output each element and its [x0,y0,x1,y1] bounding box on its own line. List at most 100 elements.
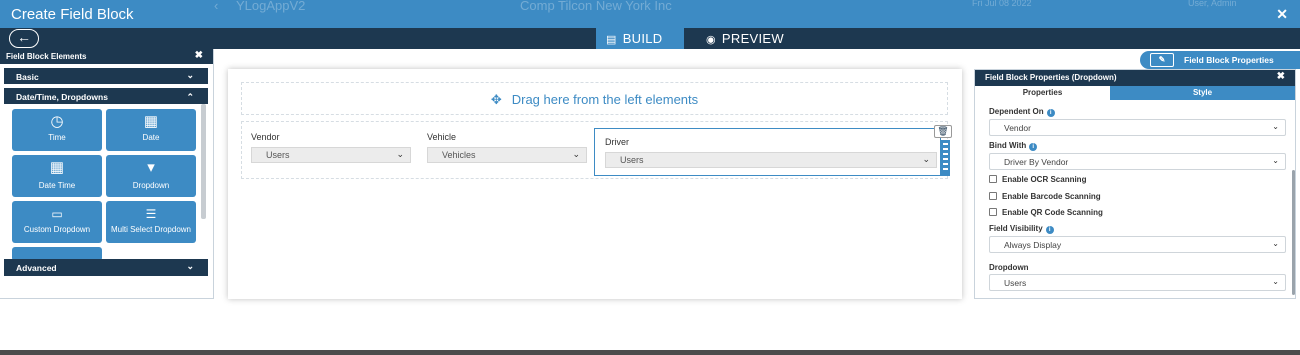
tile-custom-dropdown[interactable]: ▭ Custom Dropdown [12,201,102,243]
dropdown-value: Users [1004,278,1027,288]
tile-date-time[interactable]: ▦ Date Time [12,155,102,197]
close-icon[interactable]: ✕ [1276,6,1288,23]
bind-with-label-text: Bind With [989,141,1027,150]
vendor-label: Vendor [251,132,280,142]
background-app-name: YLogAppV2 [236,0,306,13]
info-icon[interactable]: i [1045,226,1054,234]
drop-zone[interactable]: ✥ Drag here from the left elements [241,82,948,115]
vehicle-select[interactable]: Vehicles ⌄ [427,147,587,163]
enable-barcode-scanning-checkbox[interactable]: Enable Barcode Scanning [989,192,1101,201]
multi-select-icon: ☰ [145,207,157,221]
bind-with-select[interactable]: Driver By Vendor ⌄ [989,153,1286,170]
custom-dropdown-icon: ▭ [51,207,63,221]
chevron-down-icon: ⌄ [1272,277,1279,286]
vendor-select-value: Users [266,150,290,160]
section-date-time-dropdowns[interactable]: Date/Time, Dropdowns ⌃ [4,88,208,104]
chevron-down-icon: ⌄ [186,261,194,271]
chevron-down-icon: ⌄ [1272,239,1279,248]
field-visibility-select[interactable]: Always Display ⌄ [989,236,1286,253]
bind-with-label: Bind With i [989,141,1038,151]
close-right-panel-icon[interactable]: ✖ [1277,71,1285,82]
tab-build[interactable]: ▤ BUILD [596,28,684,49]
right-panel-header: Field Block Properties (Dropdown) ✖ [975,70,1295,86]
tab-preview-label: PREVIEW [721,31,784,46]
modal-title: Create Field Block [11,6,134,23]
drag-handle[interactable] [941,140,950,176]
field-visibility-value: Always Display [1004,240,1062,250]
tile-label: Date [142,133,160,142]
chevron-down-icon: ⌄ [186,70,194,80]
driver-field: Driver Users ⌄ [605,137,937,168]
right-panel-tabs: Properties Style [975,86,1295,100]
tile-label: Dropdown [132,181,170,190]
drop-zone-text: Drag here from the left elements [511,92,699,107]
info-icon[interactable]: i [1046,109,1055,117]
arrow-left-icon: ← [17,29,31,45]
chevron-down-icon: ⌄ [572,149,580,159]
tile-time[interactable]: ◷ Time [12,109,102,151]
chevron-down-icon: ⌄ [1272,156,1279,165]
field-visibility-label: Field Visibility i [989,224,1054,234]
driver-select-value: Users [620,155,644,165]
vendor-select[interactable]: Users ⌄ [251,147,411,163]
dropdown-label: Dropdown [989,263,1029,272]
dropdown-select[interactable]: Users ⌄ [989,274,1286,291]
tile-label: Custom Dropdown [23,225,91,234]
left-panel-header: Field Block Elements ✖ [0,49,213,64]
tile-label: Date Time [38,181,76,190]
field-block-properties-button[interactable]: ✎ Field Block Properties [1140,51,1300,69]
left-panel-scrollbar[interactable] [201,104,206,219]
build-icon: ▤ [606,34,617,46]
enable-ocr-scanning-checkbox[interactable]: Enable OCR Scanning [989,175,1086,184]
right-panel-scrollbar[interactable] [1292,170,1295,295]
calendar-icon: ▦ [143,113,159,130]
section-advanced[interactable]: Advanced ⌄ [4,259,208,276]
builder-canvas: ✥ Drag here from the left elements Vendor… [228,69,962,299]
tile-label: Multi Select Dropdown [110,225,192,234]
enable-qr-code-scanning-checkbox[interactable]: Enable QR Code Scanning [989,208,1103,217]
tile-label: Time [48,133,66,142]
back-button[interactable]: ← [9,29,39,48]
tab-preview[interactable]: ◉ PREVIEW [696,28,806,49]
chevron-up-icon: ⌃ [186,92,194,102]
info-icon[interactable]: i [1029,143,1038,151]
close-left-panel-icon[interactable]: ✖ [195,50,203,61]
dependent-on-value: Vendor [1004,123,1031,133]
bottom-divider [0,350,1300,355]
field-block-elements-panel: Field Block Elements ✖ Basic ⌄ Date/Time… [0,49,214,299]
left-panel-title: Field Block Elements [6,52,87,61]
builder-toolbar: ← ▤ BUILD ◉ PREVIEW [0,28,1300,49]
dependent-on-select[interactable]: Vendor ⌄ [989,119,1286,136]
tile-date[interactable]: ▦ Date [106,109,196,151]
checkbox-box[interactable] [989,208,997,216]
chevron-down-icon: ⌄ [396,149,404,159]
chevron-down-icon: ⌄ [922,154,930,164]
driver-label: Driver [605,137,629,147]
chevron-down-icon: ⌄ [1272,122,1279,131]
enable-qr-label: Enable QR Code Scanning [1002,208,1103,217]
edit-form-icon: ✎ [1150,53,1174,67]
tile-dropdown[interactable]: ▾ Dropdown [106,155,196,197]
tab-style[interactable]: Style [1110,86,1295,100]
vehicle-field: Vehicle Vehicles ⌄ [427,132,587,163]
vehicle-label: Vehicle [427,132,457,142]
trash-icon[interactable]: 🗑 [934,125,952,138]
tile-multi-select-dropdown[interactable]: ☰ Multi Select Dropdown [106,201,196,243]
field-visibility-label-text: Field Visibility [989,224,1043,233]
driver-select[interactable]: Users ⌄ [605,152,937,168]
section-basic[interactable]: Basic ⌄ [4,68,208,84]
vendor-field: Vendor Users ⌄ [251,132,411,163]
background-user: User, Admin [1188,0,1237,8]
tab-properties[interactable]: Properties [975,86,1110,100]
calendar-clock-icon: ▦ [49,159,65,176]
caret-down-icon: ▾ [147,159,155,176]
clock-icon: ◷ [50,113,64,130]
tab-build-label: BUILD [622,31,663,46]
field-block-properties-label: Field Block Properties [1184,55,1274,65]
checkbox-box[interactable] [989,175,997,183]
back-app-chevron: ‹ [214,0,219,13]
modal-title-bar: ‹ YLogAppV2 Comp Tilcon New York Inc Fri… [0,0,1300,28]
dependent-on-label-text: Dependent On [989,107,1044,116]
move-icon: ✥ [490,92,502,107]
checkbox-box[interactable] [989,192,997,200]
